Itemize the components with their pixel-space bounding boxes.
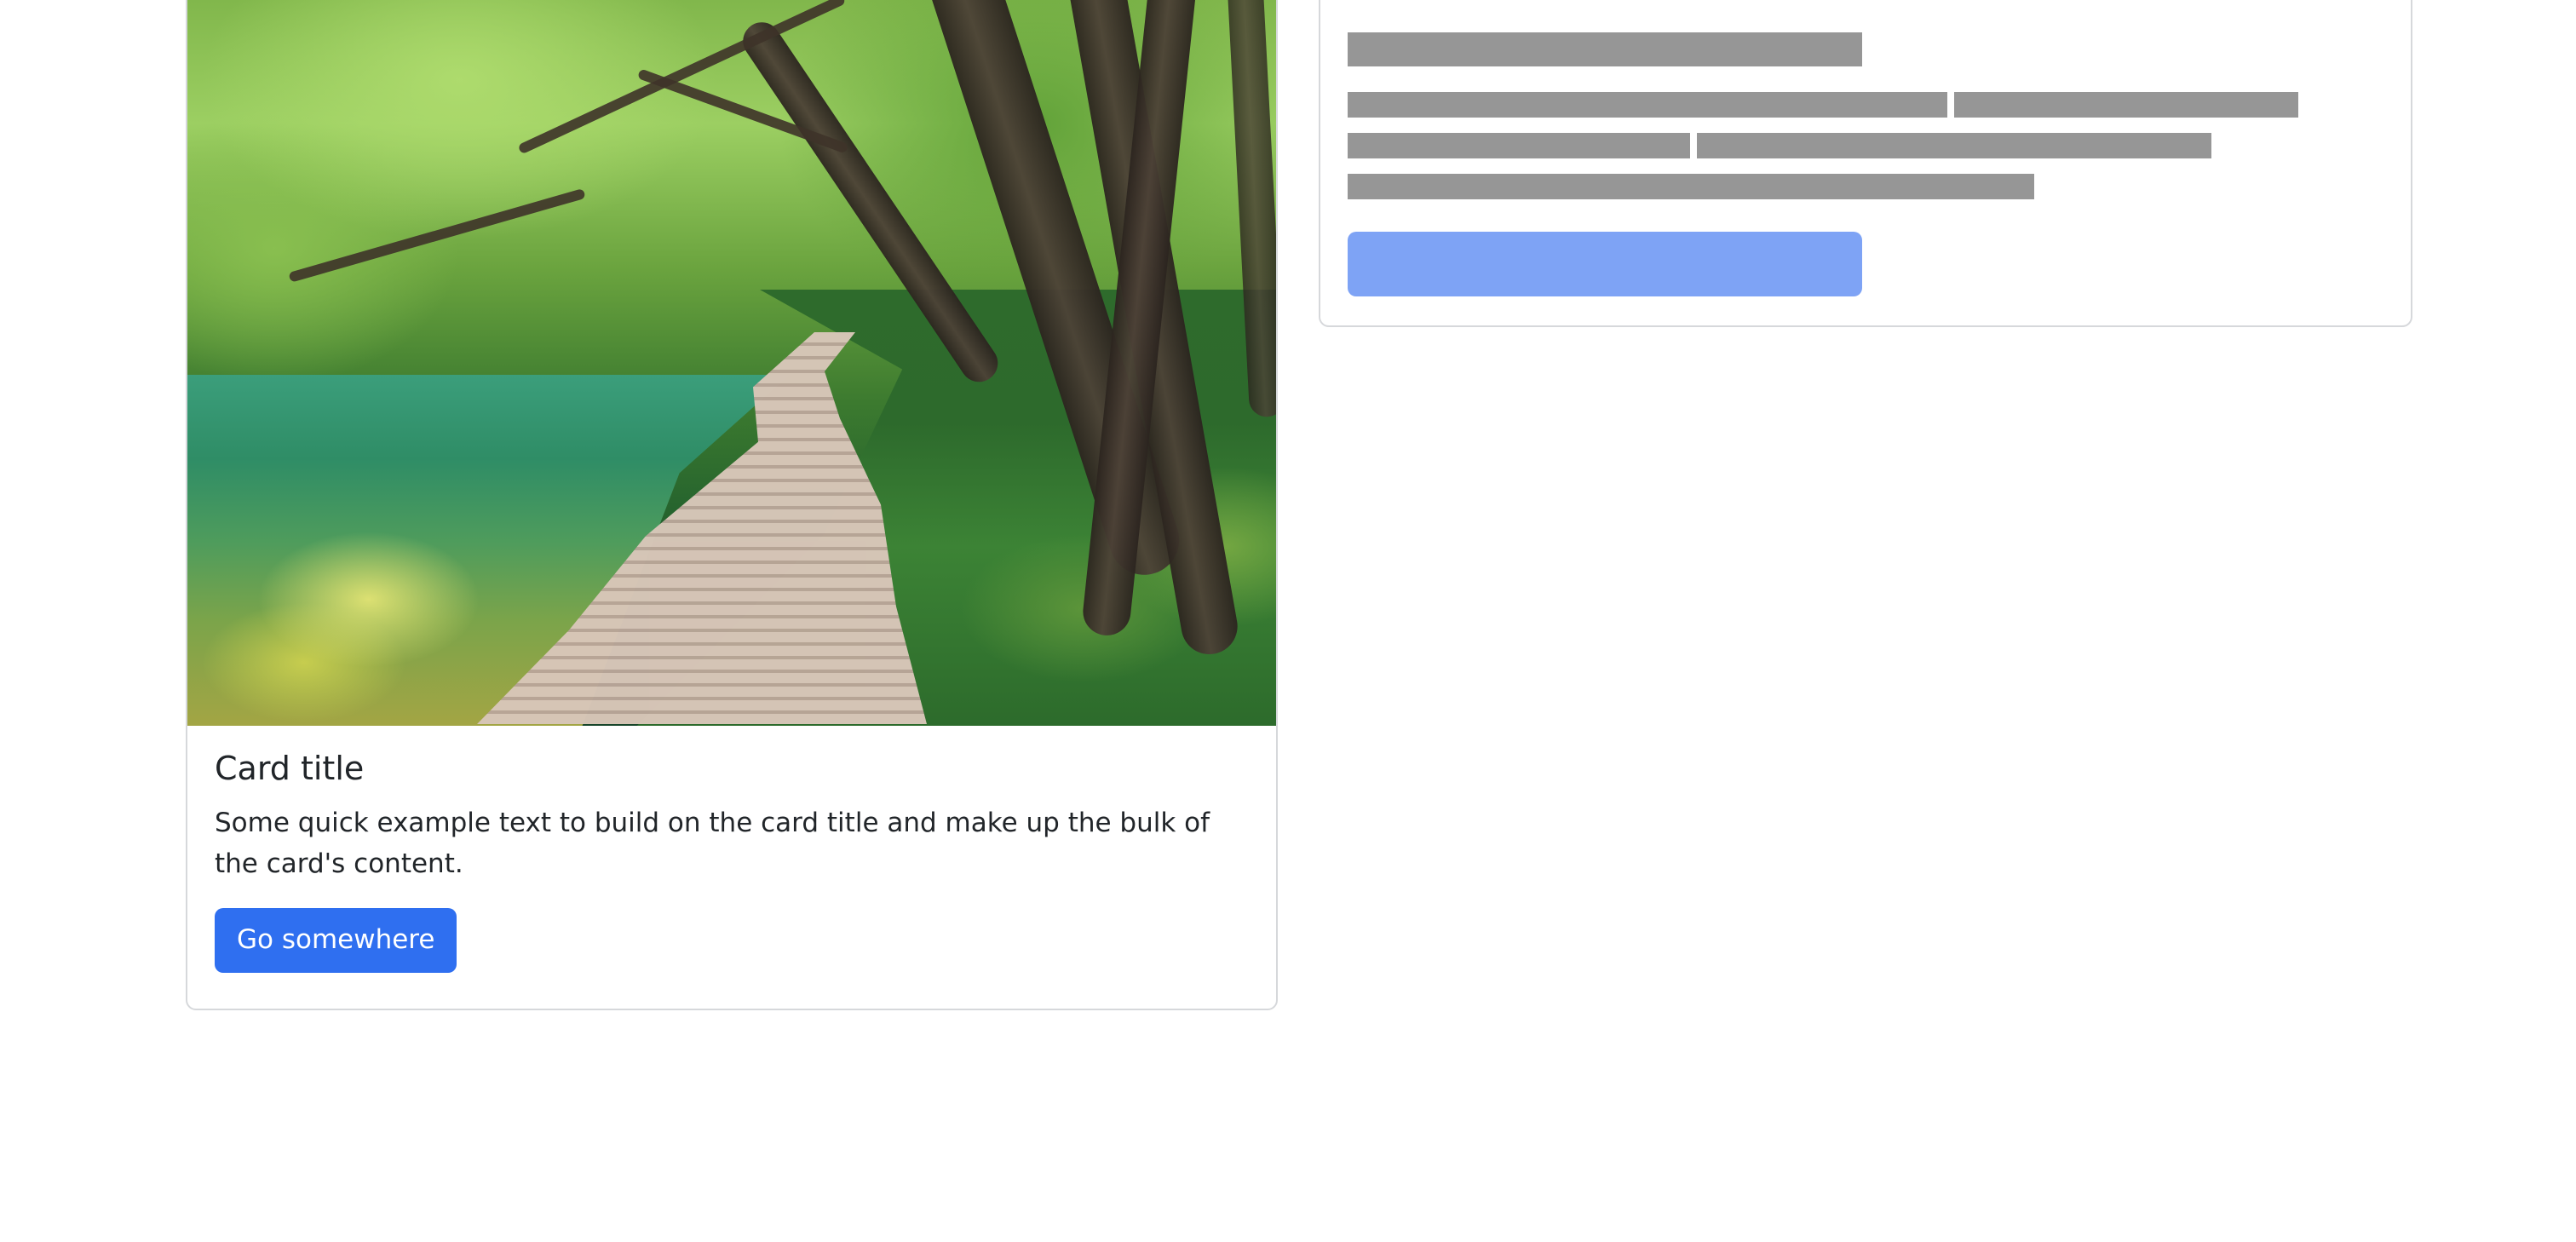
image-card: Card title Some quick example text to bu… — [186, 0, 1278, 1010]
page: Card title Some quick example text to bu… — [0, 0, 2576, 1242]
placeholder-text-line — [1697, 133, 2211, 158]
placeholder-card — [1319, 0, 2412, 327]
tree-branch — [288, 188, 586, 283]
forest-boardwalk-image — [187, 0, 1276, 726]
placeholder-button[interactable] — [1348, 232, 1862, 296]
placeholder-text-line — [1954, 92, 2298, 118]
card-body: Card title Some quick example text to bu… — [215, 750, 1249, 973]
card-title: Card title — [215, 750, 365, 787]
placeholder-title — [1348, 32, 1862, 66]
placeholder-text-line — [1348, 92, 1947, 118]
placeholder-text-line — [1348, 133, 1690, 158]
placeholder-text-line — [1348, 174, 2034, 199]
card-text: Some quick example text to build on the … — [215, 807, 1210, 879]
go-somewhere-button[interactable]: Go somewhere — [215, 907, 457, 973]
